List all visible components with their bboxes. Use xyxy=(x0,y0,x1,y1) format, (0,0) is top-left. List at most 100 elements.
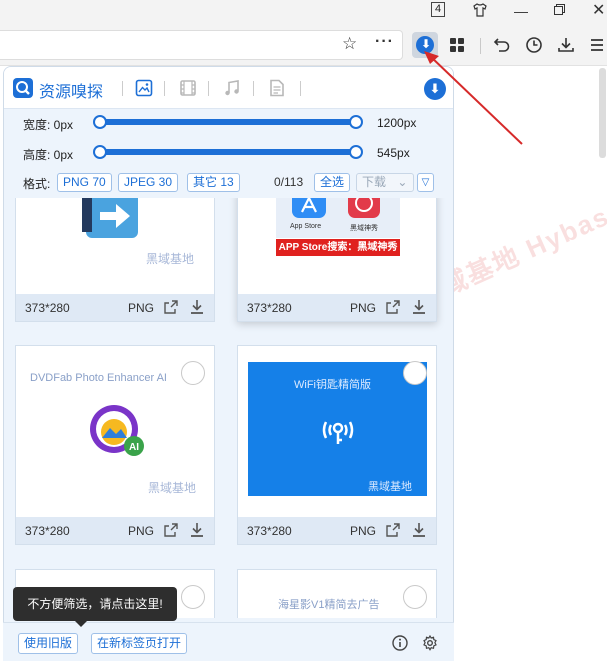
close-icon[interactable]: ✕ xyxy=(592,0,605,20)
image-watermark: 黑域基地 xyxy=(146,252,195,266)
chevron-down-icon: ⌄ xyxy=(397,175,408,189)
open-external-icon[interactable] xyxy=(385,299,401,315)
select-checkbox[interactable] xyxy=(181,585,205,609)
select-checkbox[interactable] xyxy=(181,361,205,385)
tab-divider xyxy=(208,81,209,96)
browser-toolbar: ☆ ··· ⬇ xyxy=(0,24,607,66)
height-slider-min-handle[interactable] xyxy=(93,145,107,159)
image-card-footer: 373*280 PNG xyxy=(238,517,436,544)
image-caption: 海星影V1精简去广告 xyxy=(278,599,380,611)
open-external-icon[interactable] xyxy=(163,522,179,538)
tab-count-badge[interactable]: 4 xyxy=(431,2,445,17)
image-watermark: 黑域基地 xyxy=(368,481,412,493)
image-card[interactable]: 海星影V1精简去广告 xyxy=(237,569,437,618)
image-thumbnail[interactable]: WiFi钥匙精简版 黑域基地 xyxy=(238,346,436,518)
document-tab-icon[interactable] xyxy=(268,79,286,97)
page-content-area xyxy=(456,66,607,661)
image-dimensions: 373*280 xyxy=(247,301,292,315)
image-thumbnail[interactable]: DVDFab Photo Enhancer AI AI 黑域基地 xyxy=(16,346,214,518)
info-icon[interactable] xyxy=(392,635,408,651)
height-slider-max-handle[interactable] xyxy=(349,145,363,159)
minimize-icon[interactable]: — xyxy=(514,3,528,19)
video-tab-icon[interactable] xyxy=(179,79,197,97)
apps-grid-icon[interactable] xyxy=(447,35,467,55)
width-slider-min-handle[interactable] xyxy=(93,115,107,129)
app-icons-strip: App Store 黑域神秀 xyxy=(276,198,400,238)
select-all-button[interactable]: 全选 xyxy=(314,173,351,192)
download-icon[interactable] xyxy=(190,522,204,538)
image-card-footer: 373*280 PNG xyxy=(16,294,214,321)
image-thumbnail[interactable]: App Store 黑域神秀 APP Store搜索：黑域神秀 xyxy=(238,198,436,295)
select-checkbox[interactable] xyxy=(403,585,427,609)
download-button[interactable]: 下载 ⌄ xyxy=(356,173,414,192)
app-store-label: App Store xyxy=(290,223,322,230)
address-bar[interactable]: ☆ ··· xyxy=(0,30,403,60)
restore-icon[interactable] xyxy=(554,4,565,15)
shirt-icon[interactable] xyxy=(472,2,488,18)
open-external-icon[interactable] xyxy=(385,522,401,538)
format-chip-png[interactable]: PNG 70 xyxy=(57,173,112,192)
width-slider-max-handle[interactable] xyxy=(349,115,363,129)
photo-enhancer-logo: AI xyxy=(90,405,144,456)
image-card[interactable]: App Store 黑域神秀 APP Store搜索：黑域神秀 373*280 … xyxy=(237,198,437,322)
panel-header: 资源嗅探 ⬇ xyxy=(4,67,453,109)
menu-icon[interactable] xyxy=(587,35,607,55)
image-tab-icon[interactable] xyxy=(135,79,153,97)
undo-icon[interactable] xyxy=(492,35,512,55)
width-filter-label: 宽度: 0px xyxy=(23,118,74,132)
width-filter-max: 1200px xyxy=(377,116,417,130)
image-watermark: 黑域基地 xyxy=(148,481,197,495)
format-label: 格式: xyxy=(23,177,51,191)
image-thumbnail[interactable]: 黑域基地 xyxy=(16,198,214,295)
format-chip-jpeg[interactable]: JPEG 30 xyxy=(118,173,179,192)
more-icon[interactable]: ··· xyxy=(375,33,394,51)
image-card[interactable]: WiFi钥匙精简版 黑域基地 373*280 PNG xyxy=(237,345,437,545)
resource-sniffer-extension-button[interactable]: ⬇ xyxy=(412,32,438,58)
format-chip-other[interactable]: 其它 13 xyxy=(187,173,240,192)
height-slider-track[interactable] xyxy=(100,149,356,155)
download-icon[interactable] xyxy=(190,299,204,315)
image-card-footer: 373*280 PNG xyxy=(238,294,436,321)
history-clock-icon[interactable] xyxy=(524,35,544,55)
height-filter-label: 高度: 0px xyxy=(23,148,74,162)
image-thumbnail[interactable]: 海星影V1精简去广告 xyxy=(238,570,436,618)
image-format: PNG xyxy=(128,301,155,315)
image-dimensions: 373*280 xyxy=(25,524,70,538)
select-checkbox[interactable] xyxy=(403,361,427,385)
downloads-icon[interactable] xyxy=(556,35,576,55)
image-format: PNG xyxy=(350,301,377,315)
use-old-version-button[interactable]: 使用旧版 xyxy=(18,633,79,654)
tab-divider xyxy=(253,81,254,96)
page-scrollbar[interactable] xyxy=(599,68,606,158)
music-tab-icon[interactable] xyxy=(223,79,241,97)
image-grid: 黑域基地 373*280 PNG App Store 黑域神秀 APP Stor… xyxy=(4,198,453,618)
browser-titlebar: 4 — ✕ xyxy=(0,0,607,24)
height-filter-max: 545px xyxy=(377,146,410,160)
tab-divider xyxy=(122,81,123,96)
width-slider-track[interactable] xyxy=(100,119,356,125)
download-all-icon[interactable]: ⬇ xyxy=(424,78,446,100)
image-card[interactable]: DVDFab Photo Enhancer AI AI 黑域基地 373*280… xyxy=(15,345,215,545)
resource-sniffer-panel: 资源嗅探 ⬇ 宽度: 0px 1200px 高度: 0px 545px 格式: … xyxy=(3,66,454,661)
download-icon[interactable] xyxy=(412,299,426,315)
app-store-icon xyxy=(292,198,326,218)
open-external-icon[interactable] xyxy=(163,299,179,315)
download-icon[interactable] xyxy=(412,522,426,538)
ai-badge: AI xyxy=(129,442,139,453)
tab-divider xyxy=(164,81,165,96)
panel-title: 资源嗅探 xyxy=(39,84,104,101)
open-in-new-tab-button[interactable]: 在新标签页打开 xyxy=(91,633,188,654)
gear-icon[interactable] xyxy=(422,635,438,651)
selection-count: 0/113 xyxy=(274,175,304,189)
bookmark-star-icon[interactable]: ☆ xyxy=(342,34,357,54)
download-icon: ⬇ xyxy=(416,36,434,54)
panel-bottom-bar: 使用旧版 在新标签页打开 xyxy=(3,622,454,661)
download-options-dropdown[interactable]: ▽ xyxy=(417,173,434,192)
store-search-banner: APP Store搜索：黑域神秀 xyxy=(276,239,400,256)
image-format: PNG xyxy=(350,524,377,538)
wifi-key-image: WiFi钥匙精简版 黑域基地 xyxy=(248,362,427,496)
image-dimensions: 373*280 xyxy=(247,524,292,538)
chevron-down-icon: ▽ xyxy=(421,177,430,188)
image-caption: DVDFab Photo Enhancer AI xyxy=(30,372,167,384)
image-card[interactable]: 黑域基地 373*280 PNG xyxy=(15,198,215,322)
